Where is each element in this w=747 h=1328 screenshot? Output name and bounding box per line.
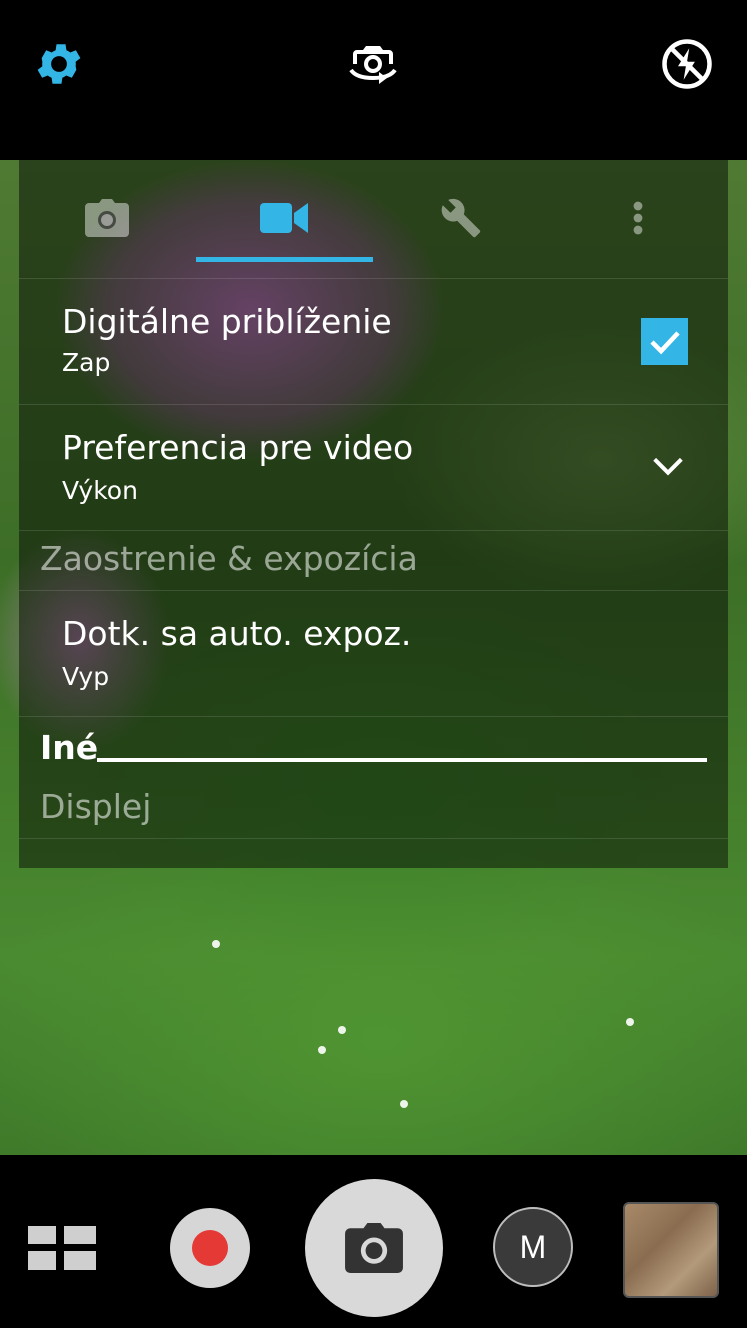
top-bar [0, 0, 747, 160]
tab-tools[interactable] [416, 188, 506, 248]
manual-mode-label: M [519, 1228, 547, 1265]
setting-title: Digitálne priblíženie [62, 302, 392, 341]
chevron-down-icon [653, 457, 683, 476]
setting-title: Preferencia pre video [62, 428, 414, 467]
setting-title: Dotk. sa auto. expoz. [62, 614, 412, 653]
record-icon [192, 1230, 228, 1266]
manual-mode-button[interactable]: M [493, 1207, 573, 1287]
setting-touch-exposure[interactable]: Dotk. sa auto. expoz. Vyp [19, 590, 728, 717]
flash-off-icon [662, 39, 712, 89]
setting-value: Výkon [62, 476, 138, 505]
section-focus-exposure: Zaostrenie & expozícia [19, 530, 728, 591]
setting-value: Zap [62, 348, 111, 377]
setting-video-preference[interactable]: Preferencia pre video Výkon [19, 404, 728, 531]
camera-icon [85, 199, 129, 237]
flower [400, 1100, 408, 1108]
flower [212, 940, 220, 948]
tab-video[interactable] [239, 188, 329, 248]
settings-tabs [19, 160, 728, 279]
gallery-thumbnail[interactable] [623, 1202, 719, 1298]
section-display: Displej [19, 778, 728, 839]
flash-button[interactable] [659, 36, 715, 92]
more-vertical-icon [633, 201, 643, 235]
dropdown-button[interactable] [652, 456, 684, 480]
digital-zoom-checkbox[interactable] [641, 318, 688, 365]
shutter-button[interactable] [305, 1179, 443, 1317]
camera-icon [345, 1223, 403, 1273]
tab-camera[interactable] [62, 188, 152, 248]
modes-grid-icon [28, 1226, 96, 1270]
modes-button[interactable] [28, 1226, 96, 1270]
section-title: Displej [40, 787, 152, 826]
record-button[interactable] [170, 1208, 250, 1288]
section-other: Iné [19, 716, 728, 778]
flower [338, 1026, 346, 1034]
setting-digital-zoom[interactable]: Digitálne priblíženie Zap [19, 278, 728, 405]
wrench-icon [441, 198, 481, 238]
settings-panel: Digitálne priblíženie Zap Preferencia pr… [19, 160, 728, 868]
setting-value: Vyp [62, 662, 110, 691]
section-title: Zaostrenie & expozícia [40, 539, 418, 578]
active-tab-indicator [196, 257, 373, 262]
section-title: Iné [40, 728, 99, 767]
flower [318, 1046, 326, 1054]
switch-camera-icon [349, 46, 397, 84]
tab-more[interactable] [593, 188, 683, 248]
video-camera-icon [260, 203, 308, 233]
flower [626, 1018, 634, 1026]
gear-icon [37, 44, 81, 84]
checkmark-icon [649, 330, 680, 354]
settings-button[interactable] [31, 36, 87, 92]
switch-camera-button[interactable] [345, 36, 401, 92]
section-divider [97, 758, 707, 762]
